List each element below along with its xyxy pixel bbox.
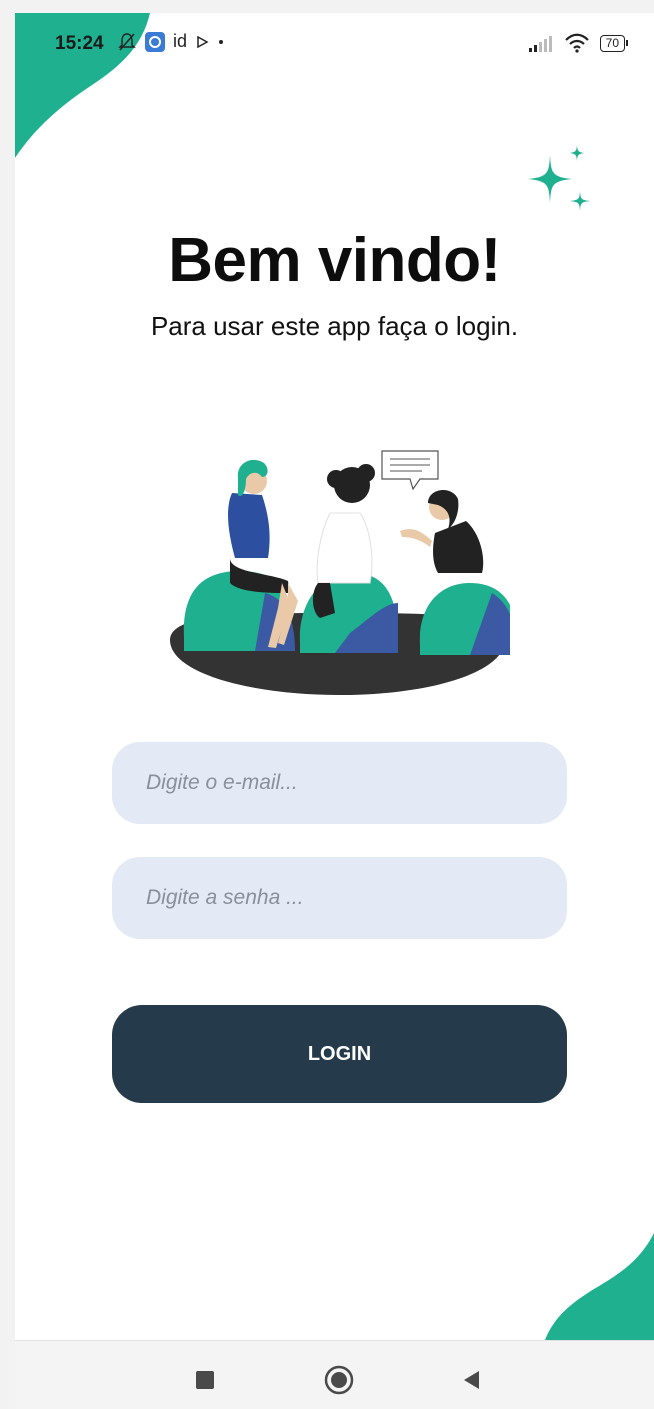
page-title: Bem vindo! bbox=[168, 226, 501, 295]
decorative-blob-bottom bbox=[544, 1233, 654, 1343]
status-icons-left: id bbox=[117, 31, 225, 52]
status-bar: 15:24 id 70 bbox=[15, 13, 654, 73]
login-button[interactable]: LOGIN bbox=[112, 1005, 567, 1103]
battery-level: 70 bbox=[599, 34, 625, 52]
dot-icon bbox=[219, 39, 224, 44]
home-button[interactable] bbox=[324, 1365, 354, 1395]
status-icons-right: 70 bbox=[528, 33, 628, 53]
app-badge-icon bbox=[145, 31, 165, 52]
battery-icon: 70 bbox=[599, 34, 628, 52]
bell-off-icon bbox=[118, 32, 136, 50]
email-input[interactable] bbox=[112, 742, 567, 824]
password-input[interactable] bbox=[112, 857, 567, 939]
system-navigation-bar bbox=[15, 1340, 654, 1409]
wifi-icon bbox=[564, 33, 589, 53]
people-chatting-illustration bbox=[170, 450, 510, 695]
back-button[interactable] bbox=[461, 1369, 483, 1391]
login-screen: 15:24 id 70 Bem vindo! Para usar este ap… bbox=[15, 13, 654, 1409]
sparkle-icon bbox=[528, 145, 590, 211]
signal-icon bbox=[528, 36, 552, 52]
status-time: 15:24 bbox=[55, 33, 104, 54]
page-subtitle: Para usar este app faça o login. bbox=[150, 311, 519, 341]
recent-apps-button[interactable] bbox=[196, 1371, 214, 1389]
play-icon bbox=[197, 35, 209, 48]
status-app-label: id bbox=[173, 31, 188, 51]
